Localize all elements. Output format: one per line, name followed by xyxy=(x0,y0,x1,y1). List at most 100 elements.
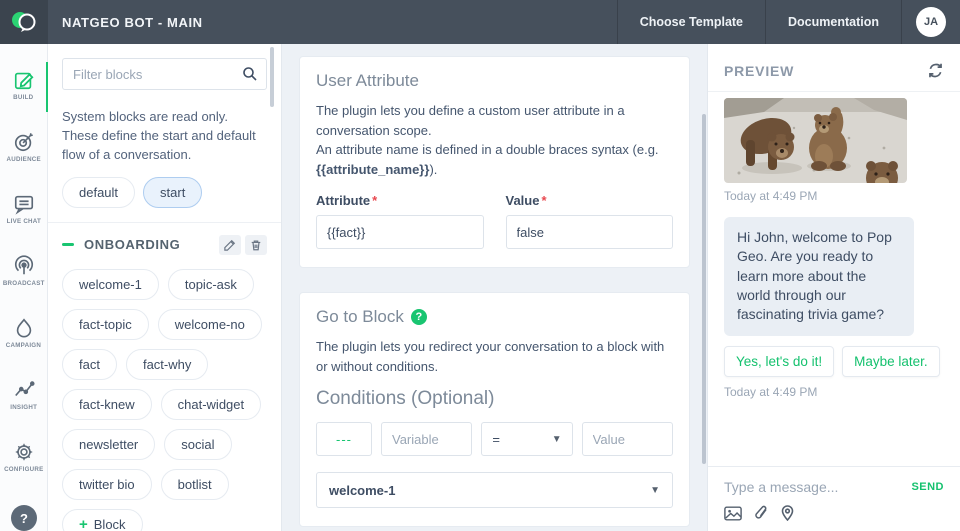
chevron-down-icon: ▼ xyxy=(650,484,660,496)
documentation-button[interactable]: Documentation xyxy=(765,0,901,44)
editor-scrollbar[interactable] xyxy=(702,114,706,464)
block-pill[interactable]: fact-why xyxy=(125,348,209,380)
message-input[interactable] xyxy=(724,479,912,495)
timestamp: Today at 4:49 PM xyxy=(724,189,818,203)
plus-icon: + xyxy=(79,515,88,531)
chevron-down-icon: ▼ xyxy=(551,433,562,445)
edit-pencil-icon xyxy=(224,239,236,251)
plugin-editor-panel: User Attribute The plugin lets you defin… xyxy=(282,44,707,531)
conditions-title: Conditions (Optional) xyxy=(316,388,495,409)
add-block-label: Block xyxy=(93,516,126,531)
block-pill-start[interactable]: start xyxy=(143,176,203,208)
target-block-select[interactable]: welcome-1 ▼ xyxy=(316,472,673,508)
section-header-onboarding: ONBOARDING xyxy=(62,234,267,255)
nav-label: AUDIENCE xyxy=(6,156,41,163)
attach-image-icon[interactable] xyxy=(724,505,742,521)
build-pencil-icon xyxy=(14,72,33,90)
collapse-dash-icon[interactable] xyxy=(62,243,74,247)
insight-chart-icon xyxy=(14,381,35,397)
account-menu[interactable]: JA xyxy=(901,0,960,44)
nav-label: INSIGHT xyxy=(10,404,37,411)
required-asterisk: * xyxy=(541,193,547,208)
go-to-block-card: Go to Block ? The plugin lets you redire… xyxy=(299,292,690,527)
app-window: NATGEO BOT - MAIN Choose Template Docume… xyxy=(0,0,960,531)
nav-label: BUILD xyxy=(13,94,34,101)
nav-item-broadcast[interactable]: BROADCAST xyxy=(0,242,48,304)
add-block-button[interactable]: + Block xyxy=(62,508,143,531)
condition-connector-select[interactable]: --- xyxy=(316,422,372,456)
block-pill[interactable]: fact-knew xyxy=(62,388,152,420)
bears-photo[interactable] xyxy=(724,98,907,183)
nav-item-campaign[interactable]: CAMPAIGN xyxy=(0,304,48,366)
preview-title: PREVIEW xyxy=(724,62,795,79)
nav-label: BROADCAST xyxy=(2,280,45,287)
refresh-icon[interactable] xyxy=(927,62,944,79)
condition-comparator-select[interactable]: = ▼ xyxy=(481,422,573,456)
card-title: User Attribute xyxy=(316,71,419,90)
block-pill[interactable]: social xyxy=(164,428,232,460)
bot-message-bubble: Hi John, welcome to Pop Geo. Are you rea… xyxy=(724,217,914,336)
delete-section-button[interactable] xyxy=(245,234,267,255)
card-description: The plugin lets you redirect your conver… xyxy=(316,339,665,374)
configure-gear-icon xyxy=(14,443,33,461)
block-pill[interactable]: botlist xyxy=(160,468,229,500)
help-button[interactable]: ? xyxy=(11,505,37,531)
nav-label: CAMPAIGN xyxy=(5,342,42,349)
block-pill-default[interactable]: default xyxy=(62,176,136,208)
avatar[interactable]: JA xyxy=(916,7,946,37)
nav-label: CONFIGURE xyxy=(3,466,44,473)
nav-item-configure[interactable]: CONFIGURE xyxy=(0,428,48,490)
preview-panel: PREVIEW Today at 4:49 PM Hi John, welcom… xyxy=(707,44,960,531)
bot-title: NATGEO BOT - MAIN xyxy=(62,14,203,30)
quick-reply-yes-button[interactable]: Yes, let's do it! xyxy=(724,345,835,377)
condition-value-input[interactable] xyxy=(581,422,673,456)
block-pill[interactable]: fact-topic xyxy=(62,308,149,340)
value-input[interactable] xyxy=(505,215,673,249)
block-pill[interactable]: twitter bio xyxy=(62,468,152,500)
search-icon xyxy=(243,67,257,81)
block-pill[interactable]: fact xyxy=(62,348,117,380)
block-pill[interactable]: topic-ask xyxy=(167,268,254,300)
trash-icon xyxy=(251,240,261,250)
nav-rail: BUILD AUDIENCE LIVE CHAT BROADCAST CAMPA… xyxy=(0,44,48,531)
live-chat-bubble-icon xyxy=(14,195,33,215)
chat-transcript: Today at 4:49 PM Hi John, welcome to Pop… xyxy=(708,92,960,466)
attribute-label: Attribute * xyxy=(316,193,378,208)
timestamp: Today at 4:49 PM xyxy=(724,384,818,399)
card-title: Go to Block xyxy=(316,307,404,326)
audience-target-icon xyxy=(14,133,33,152)
condition-variable-input[interactable] xyxy=(381,422,473,456)
block-pill[interactable]: newsletter xyxy=(62,428,156,460)
choose-template-button[interactable]: Choose Template xyxy=(616,0,765,44)
app-logo[interactable] xyxy=(0,0,48,44)
nav-label: LIVE CHAT xyxy=(6,218,41,225)
nav-item-build[interactable]: BUILD xyxy=(0,56,48,118)
filter-blocks-input[interactable] xyxy=(62,58,267,90)
attach-file-icon[interactable] xyxy=(754,505,769,521)
nav-item-insight[interactable]: INSIGHT xyxy=(0,366,48,428)
send-button[interactable]: SEND xyxy=(911,481,944,493)
card-description-line1: The plugin lets you define a custom user… xyxy=(316,103,625,138)
section-title: ONBOARDING xyxy=(84,237,181,253)
value-label: Value * xyxy=(505,193,547,208)
card-description-line2: An attribute name is defined in a double… xyxy=(316,142,659,177)
block-pill[interactable]: chat-widget xyxy=(160,388,262,420)
campaign-droplet-icon xyxy=(16,318,31,338)
help-icon[interactable]: ? xyxy=(410,309,427,325)
required-asterisk: * xyxy=(372,193,378,208)
quick-reply-later-button[interactable]: Maybe later. xyxy=(842,345,940,377)
location-pin-icon[interactable] xyxy=(781,505,794,521)
block-pill[interactable]: welcome-no xyxy=(157,308,262,340)
nav-item-audience[interactable]: AUDIENCE xyxy=(0,118,48,180)
broadcast-icon xyxy=(14,255,33,275)
block-pill[interactable]: welcome-1 xyxy=(62,268,159,300)
blocks-scrollbar[interactable] xyxy=(270,47,274,107)
top-bar: NATGEO BOT - MAIN Choose Template Docume… xyxy=(0,0,960,44)
edit-section-button[interactable] xyxy=(219,234,241,255)
chat-bubbles-logo-icon xyxy=(12,12,36,32)
user-attribute-card: User Attribute The plugin lets you defin… xyxy=(299,56,690,268)
system-blocks-note: System blocks are read only. These defin… xyxy=(62,109,256,162)
nav-item-live-chat[interactable]: LIVE CHAT xyxy=(0,180,48,242)
message-composer: SEND xyxy=(708,466,960,531)
attribute-input[interactable] xyxy=(316,215,484,249)
